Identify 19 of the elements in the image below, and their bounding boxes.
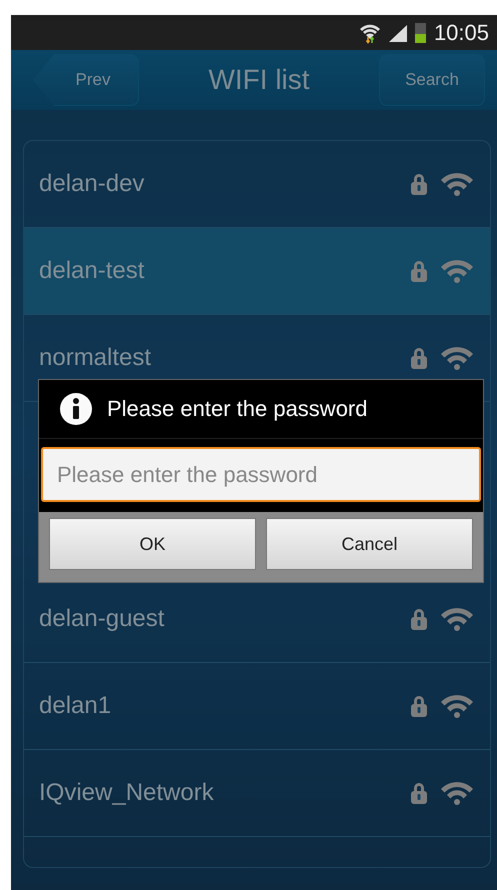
wifi-signal-icon	[440, 694, 474, 718]
info-icon	[59, 392, 93, 426]
network-row[interactable]: delan-test	[24, 228, 490, 315]
network-row[interactable]: IQview_Network	[24, 750, 490, 837]
clock-time: 10:05	[434, 20, 489, 46]
ok-button[interactable]: OK	[49, 518, 256, 570]
search-button[interactable]: Search	[379, 54, 485, 106]
cancel-button[interactable]: Cancel	[266, 518, 473, 570]
screen-title: WIFI list	[208, 64, 310, 96]
signal-icon	[386, 22, 409, 42]
battery-icon	[414, 22, 426, 42]
wifi-signal-icon	[440, 781, 474, 805]
prev-button[interactable]: Prev	[33, 54, 139, 106]
password-field[interactable]: Please enter the password	[41, 447, 481, 502]
wifi-signal-icon	[440, 607, 474, 631]
network-row[interactable]: delan1	[24, 663, 490, 750]
wifi-signal-icon	[440, 172, 474, 196]
wifi-signal-icon	[440, 259, 474, 283]
wifi-signal-icon	[440, 346, 474, 370]
